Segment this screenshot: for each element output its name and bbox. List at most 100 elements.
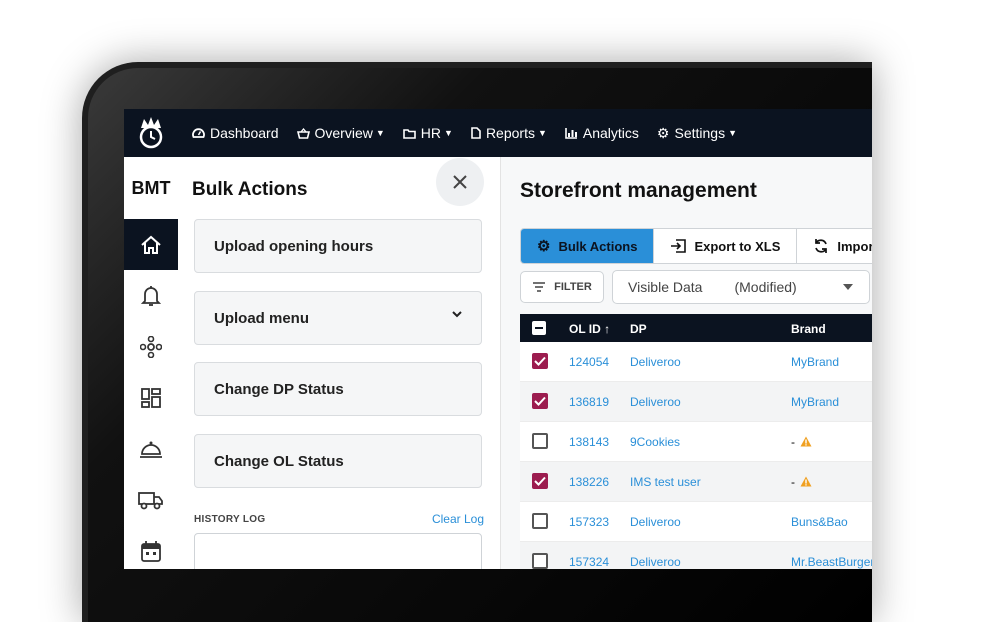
import-label: Impor bbox=[837, 238, 872, 254]
ol-id-link[interactable]: 138143 bbox=[569, 435, 609, 449]
toolbar-button-group: ⚙ Bulk Actions Export to XLS Impor bbox=[520, 228, 872, 264]
sidebar-title: BMT bbox=[131, 177, 171, 198]
bulk-actions-label: Bulk Actions bbox=[558, 238, 638, 254]
dp-link[interactable]: Deliveroo bbox=[630, 515, 681, 529]
checkmark-icon bbox=[534, 356, 546, 366]
table-row[interactable]: 138226 IMS test user - bbox=[520, 462, 872, 502]
crown-clock-logo-icon bbox=[139, 117, 163, 149]
calendar-icon bbox=[141, 540, 161, 562]
upload-opening-hours-button[interactable]: Upload opening hours bbox=[194, 219, 482, 273]
ol-id-link[interactable]: 136819 bbox=[569, 395, 609, 409]
visible-data-select[interactable]: Visible Data (Modified) bbox=[612, 270, 870, 304]
dp-link[interactable]: Deliveroo bbox=[630, 395, 681, 409]
sidebar-item-service[interactable] bbox=[124, 423, 178, 474]
dashboard-icon bbox=[192, 128, 205, 138]
bulk-actions-button[interactable]: ⚙ Bulk Actions bbox=[521, 229, 655, 263]
nav-analytics-label: Analytics bbox=[582, 125, 639, 141]
warning-icon bbox=[800, 436, 812, 447]
checkmark-icon bbox=[534, 396, 546, 406]
select-all-checkbox[interactable] bbox=[532, 321, 546, 335]
brand-value: - bbox=[791, 435, 795, 449]
row-checkbox[interactable] bbox=[532, 353, 548, 369]
app-logo[interactable] bbox=[124, 109, 178, 157]
row-checkbox[interactable] bbox=[532, 393, 548, 409]
header-ol-id[interactable]: OL ID ↑ bbox=[569, 322, 610, 336]
export-icon bbox=[671, 239, 687, 253]
row-checkbox[interactable] bbox=[532, 553, 548, 569]
sidebar-item-delivery[interactable] bbox=[124, 474, 178, 525]
table-row[interactable]: 157324 Deliveroo Mr.BeastBurger bbox=[520, 542, 872, 569]
select-value: Visible Data bbox=[628, 279, 703, 295]
table-row[interactable]: 157323 Deliveroo Buns&Bao bbox=[520, 502, 872, 542]
header-brand[interactable]: Brand bbox=[791, 322, 826, 336]
row-checkbox[interactable] bbox=[532, 473, 548, 489]
header-dp[interactable]: DP bbox=[630, 322, 647, 336]
nav-settings-label: Settings bbox=[674, 125, 726, 141]
brand-link[interactable]: Buns&Bao bbox=[791, 515, 848, 529]
main-content: Storefront management ⚙ Bulk Actions Exp… bbox=[501, 157, 872, 569]
chevron-down-icon: ▼ bbox=[728, 128, 737, 138]
caret-down-icon bbox=[843, 284, 853, 290]
gear-icon: ⚙ bbox=[537, 238, 551, 255]
filter-button[interactable]: FILTER bbox=[520, 271, 604, 303]
import-button[interactable]: Impor bbox=[797, 229, 872, 263]
sidebar-item-home[interactable] bbox=[124, 219, 178, 270]
nav-analytics[interactable]: Analytics bbox=[565, 125, 639, 141]
brand-link[interactable]: MyBrand bbox=[791, 355, 839, 369]
export-xls-button[interactable]: Export to XLS bbox=[654, 229, 798, 263]
sidebar-item-network[interactable] bbox=[124, 321, 178, 372]
nav-dashboard-label: Dashboard bbox=[210, 125, 279, 141]
dp-link[interactable]: 9Cookies bbox=[630, 435, 680, 449]
sidebar-item-notifications[interactable] bbox=[124, 270, 178, 321]
dp-link[interactable]: Deliveroo bbox=[630, 355, 681, 369]
brand-cell: - bbox=[791, 435, 812, 449]
bulk-actions-panel: Bulk Actions Upload opening hours Upload… bbox=[178, 157, 501, 569]
row-checkbox[interactable] bbox=[532, 433, 548, 449]
close-panel-button[interactable] bbox=[436, 158, 484, 206]
chevron-down-icon: ▼ bbox=[444, 128, 453, 138]
action-label: Upload opening hours bbox=[214, 237, 374, 255]
ol-id-link[interactable]: 157323 bbox=[569, 515, 609, 529]
panel-title: Bulk Actions bbox=[192, 179, 308, 200]
nav-settings[interactable]: ⚙ Settings ▼ bbox=[657, 125, 737, 142]
select-suffix: (Modified) bbox=[734, 279, 797, 295]
clear-log-link[interactable]: Clear Log bbox=[432, 512, 484, 526]
refresh-icon bbox=[815, 239, 828, 253]
sidebar-item-layout[interactable] bbox=[124, 372, 178, 423]
nav-overview[interactable]: Overview ▼ bbox=[296, 125, 385, 141]
basket-icon bbox=[296, 127, 310, 139]
header-ol-id-label: OL ID bbox=[569, 322, 601, 336]
gear-icon: ⚙ bbox=[656, 124, 670, 141]
table-row[interactable]: 124054 Deliveroo MyBrand bbox=[520, 342, 872, 382]
ol-id-link[interactable]: 157324 bbox=[569, 555, 609, 569]
nav-reports-label: Reports bbox=[485, 125, 535, 141]
brand-link[interactable]: Mr.BeastBurger bbox=[791, 555, 872, 569]
dashboard-layout-icon bbox=[141, 387, 161, 408]
table-row[interactable]: 138143 9Cookies - bbox=[520, 422, 872, 462]
close-icon bbox=[453, 175, 467, 189]
document-icon bbox=[471, 127, 481, 139]
home-icon bbox=[141, 235, 161, 254]
table-row[interactable]: 136819 Deliveroo MyBrand bbox=[520, 382, 872, 422]
history-log-label: HISTORY LOG bbox=[194, 514, 266, 525]
change-ol-status-button[interactable]: Change OL Status bbox=[194, 434, 482, 488]
action-label: Change DP Status bbox=[214, 380, 344, 398]
nav-hr[interactable]: HR ▼ bbox=[402, 125, 453, 141]
dp-link[interactable]: Deliveroo bbox=[630, 555, 681, 569]
chevron-down-icon: ▼ bbox=[375, 128, 385, 138]
change-dp-status-button[interactable]: Change DP Status bbox=[194, 362, 482, 416]
brand-link[interactable]: MyBrand bbox=[791, 395, 839, 409]
ol-id-link[interactable]: 138226 bbox=[569, 475, 609, 489]
export-xls-label: Export to XLS bbox=[694, 238, 781, 254]
table-header: OL ID ↑ DP Brand bbox=[520, 314, 872, 342]
ol-id-link[interactable]: 124054 bbox=[569, 355, 609, 369]
chevron-down-icon bbox=[452, 311, 462, 318]
upload-menu-button[interactable]: Upload menu bbox=[194, 291, 482, 345]
dp-link[interactable]: IMS test user bbox=[630, 475, 701, 489]
nav-reports[interactable]: Reports ▼ bbox=[471, 125, 547, 141]
row-checkbox[interactable] bbox=[532, 513, 548, 529]
sidebar-item-calendar[interactable] bbox=[124, 525, 178, 569]
nav-dashboard[interactable]: Dashboard bbox=[192, 125, 279, 141]
checkmark-icon bbox=[534, 476, 546, 486]
top-navbar: Dashboard Overview ▼ HR ▼ Reports ▼ Analyti… bbox=[124, 109, 872, 157]
